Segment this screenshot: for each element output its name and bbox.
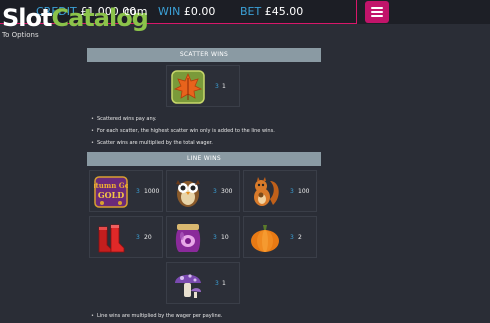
tile-payout: 1	[222, 280, 226, 287]
tile-count: 3	[290, 188, 294, 195]
tile-payout: 1000	[144, 188, 160, 195]
win-stat: WIN £0.00	[158, 5, 215, 18]
win-label: WIN	[158, 5, 181, 18]
owl-icon	[176, 180, 200, 207]
paytable-tile-boots: 3 20	[89, 216, 163, 258]
tile-payout: 10	[221, 234, 229, 241]
line-wins-header: LINE WINS	[87, 152, 321, 166]
autumn-gold-logo-icon: Autumn Gold GOLD	[94, 176, 128, 208]
scatter-note: Scattered wins pay any.	[91, 116, 157, 122]
watermark-slot: Slot	[2, 4, 52, 32]
paytable-tile-pumpkin: 3 2	[243, 216, 317, 258]
bet-value: £45.00	[264, 5, 304, 18]
tile-count: 3	[215, 83, 219, 90]
watermark-com: com	[124, 5, 148, 18]
win-value: £0.00	[183, 5, 216, 18]
tile-count: 3	[213, 234, 217, 241]
scatter-wins-header: SCATTER WINS	[87, 48, 321, 62]
to-options-link[interactable]: To Options	[2, 31, 39, 39]
paytable-tile-squirrel: 3 100	[243, 170, 317, 212]
tile-payout: 1	[222, 83, 226, 90]
mushroom-icon	[175, 274, 201, 298]
tile-count: 3	[290, 234, 294, 241]
tile-count: 3	[215, 280, 219, 287]
paytable-tile-mushroom: 3 1	[166, 262, 240, 304]
tile-payout: 100	[298, 188, 310, 195]
scatter-note: For each scatter, the highest scatter wi…	[91, 128, 275, 134]
line-note: Line wins are multiplied by the wager pe…	[91, 313, 222, 319]
tile-payout: 2	[298, 234, 302, 241]
tile-count: 3	[136, 188, 140, 195]
tile-payout: 300	[221, 188, 233, 195]
bet-label: BET	[240, 5, 262, 18]
menu-button[interactable]	[365, 1, 389, 23]
paytable-tile-owl: 3 300	[166, 170, 240, 212]
scatter-note: Scatter wins are multiplied by the total…	[91, 140, 213, 146]
svg-text:GOLD: GOLD	[98, 190, 124, 200]
bet-stat: BET £45.00	[240, 5, 303, 18]
leaf-icon	[171, 70, 205, 104]
tile-count: 3	[136, 234, 140, 241]
pumpkin-icon	[251, 225, 279, 252]
jam-jar-icon	[175, 224, 201, 252]
paytable-tile-jam: 3 10	[166, 216, 240, 258]
squirrel-icon	[254, 177, 279, 206]
tile-count: 3	[213, 188, 217, 195]
paytable-tile-logo: Autumn Gold GOLD 3 1000	[89, 170, 163, 212]
logo-word-autumn: Autumn Gold	[94, 181, 128, 190]
tile-payout: 20	[144, 234, 152, 241]
boots-icon	[98, 224, 125, 253]
paytable-tile-leaf: 3 1	[166, 65, 240, 107]
